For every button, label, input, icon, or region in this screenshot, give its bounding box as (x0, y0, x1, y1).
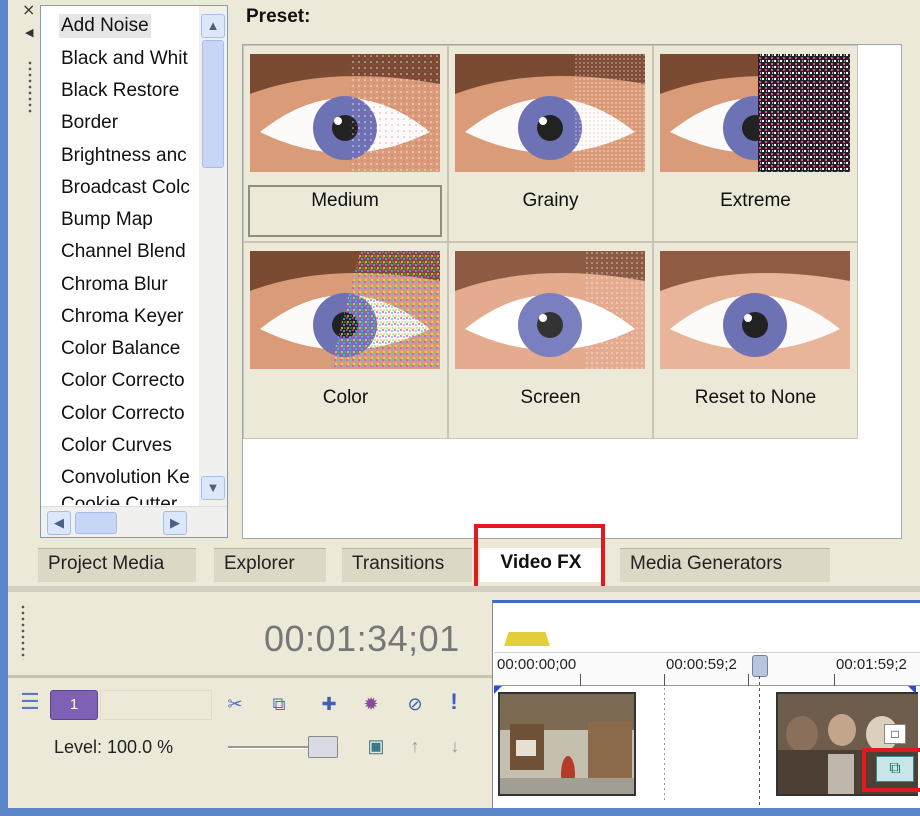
preset-extreme[interactable]: Extreme (653, 45, 858, 242)
event-fx-icon[interactable]: □ (884, 724, 906, 744)
preset-medium-label: Medium (248, 185, 442, 237)
solo-icon[interactable]: ! (444, 690, 464, 714)
fx-item-add-noise[interactable]: Add Noise (59, 14, 151, 38)
loop-region-marker[interactable] (504, 632, 550, 646)
make-parent-icon[interactable]: ↑ (404, 734, 426, 758)
preset-thumbnail (455, 54, 645, 172)
preset-medium[interactable]: Medium (243, 45, 448, 242)
fx-item[interactable]: Brightness anc (61, 144, 187, 168)
vertical-scrollbar[interactable]: ▲ ▼ (199, 6, 227, 506)
preset-grainy-label: Grainy (522, 190, 579, 211)
level-slider-thumb[interactable] (308, 736, 338, 758)
preset-thumbnail (455, 251, 645, 369)
fx-item[interactable]: Color Correcto (61, 369, 185, 393)
tab-explorer[interactable]: Explorer (214, 548, 326, 582)
make-child-icon[interactable]: ↓ (444, 734, 466, 758)
preset-color-label: Color (322, 387, 369, 408)
clip-thumbnail (500, 694, 634, 794)
fx-item[interactable]: Black and Whit (61, 47, 188, 71)
event-pan-crop-icon[interactable]: ⧉ (266, 692, 292, 716)
preset-reset-to-none[interactable]: Reset to None (653, 242, 858, 439)
preset-color[interactable]: Color (243, 242, 448, 439)
composite-icon[interactable]: ✚ (314, 692, 344, 716)
fx-item[interactable]: Chroma Blur (61, 273, 168, 297)
ruler-label: 00:01:59;2 (836, 656, 907, 673)
preset-thumbnail (660, 251, 850, 369)
tab-project-media[interactable]: Project Media (38, 548, 196, 582)
playhead-handle[interactable] (752, 655, 768, 677)
tab-transitions[interactable]: Transitions (342, 548, 472, 582)
splitter[interactable] (8, 586, 920, 592)
preset-reset-label: Reset to None (694, 387, 817, 408)
video-clip[interactable] (498, 692, 636, 796)
highlight-event-fx (862, 748, 920, 792)
scroll-thumb[interactable] (202, 40, 224, 168)
scroll-right-icon[interactable]: ▶ (163, 511, 187, 535)
preset-screen-label: Screen (520, 387, 581, 408)
scroll-left-icon[interactable]: ◀ (47, 511, 71, 535)
ruler-tick (748, 674, 749, 686)
preset-screen[interactable]: Screen (448, 242, 653, 439)
level-label: Level: 100.0 % (54, 737, 174, 757)
preset-thumbnail (250, 251, 440, 369)
fx-item[interactable]: Convolution Ke (61, 466, 190, 490)
minimize-track-icon[interactable]: ☰ (18, 690, 42, 720)
ruler-label: 00:00:59;2 (666, 656, 737, 673)
playhead-line (759, 676, 760, 806)
preset-label: Preset: (246, 6, 311, 27)
fx-item[interactable]: Chroma Keyer (61, 305, 184, 329)
ruler-label: 00:00:00;00 (497, 656, 577, 673)
dock-gripper[interactable]: × ◀ (8, 0, 38, 538)
track-number-badge[interactable]: 1 (50, 690, 98, 720)
collapse-arrow-icon[interactable]: ◀ (25, 26, 33, 39)
fx-item[interactable]: Border (61, 111, 118, 135)
track-motion-icon[interactable]: ✂ (222, 692, 248, 716)
ruler-tick (834, 674, 835, 686)
gripper-dots[interactable] (21, 604, 25, 660)
fx-item[interactable]: Black Restore (61, 79, 179, 103)
fx-item[interactable]: Color Balance (61, 337, 180, 361)
video-fx-list[interactable]: Add Noise Black and Whit Black Restore B… (40, 5, 228, 538)
close-icon[interactable]: × (22, 0, 35, 19)
fx-item[interactable]: Color Curves (61, 434, 172, 458)
fx-item[interactable]: Channel Blend (61, 240, 186, 264)
scroll-down-icon[interactable]: ▼ (201, 476, 225, 500)
compositing-mode-icon[interactable]: ▣ (362, 734, 390, 758)
track-separator (8, 675, 492, 678)
fx-item[interactable]: Bump Map (61, 208, 153, 232)
preset-extreme-label: Extreme (720, 190, 791, 211)
highlight-video-fx (474, 524, 605, 592)
mute-icon[interactable]: ⊘ (402, 692, 428, 716)
h-scroll-thumb[interactable] (75, 512, 117, 534)
preset-panel: Medium Grainy Extreme Color Screen Reset… (242, 44, 902, 539)
fx-item[interactable]: Broadcast Colc (61, 176, 190, 200)
fx-item-partial[interactable]: Cookie Cutter (61, 493, 177, 505)
scroll-up-icon[interactable]: ▲ (201, 14, 225, 38)
preset-grainy[interactable]: Grainy (448, 45, 653, 242)
fx-item[interactable]: Color Correcto (61, 402, 185, 426)
preset-thumbnail (250, 54, 440, 172)
track-name-field[interactable] (100, 690, 212, 720)
track-fx-icon[interactable]: ✹ (358, 692, 384, 716)
grid-line (664, 688, 665, 800)
ruler-tick (664, 674, 665, 686)
ruler-tick (580, 674, 581, 686)
preset-thumbnail (660, 54, 850, 172)
cursor-timecode: 00:01:34;01 (264, 618, 460, 659)
horizontal-scrollbar[interactable]: ◀ ▶ (41, 506, 227, 537)
gripper-dots[interactable] (28, 60, 32, 114)
tab-media-generators[interactable]: Media Generators (620, 548, 830, 582)
